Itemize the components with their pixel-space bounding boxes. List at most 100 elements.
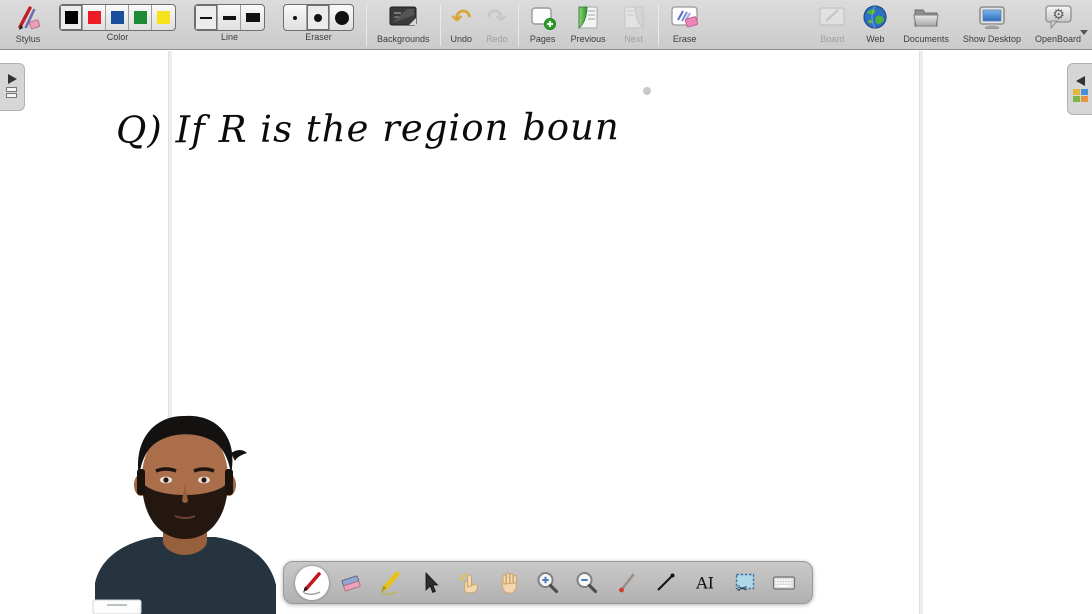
board-icon [817,3,847,33]
line-tool-button[interactable] [649,566,683,600]
capture-tool-button[interactable]: ✂ [728,566,762,600]
eraser-large-button[interactable] [330,5,353,30]
undo-button[interactable]: ↶ Undo [451,3,473,44]
eraser-tool-button[interactable] [334,566,368,600]
pan-tool-button[interactable] [492,566,526,600]
documents-folder-icon [911,3,941,33]
pointing-hand-icon [456,570,482,596]
show-desktop-monitor-icon [976,3,1008,33]
eraser-icon [338,570,364,596]
black-swatch [65,11,78,24]
redo-label: Redo [486,34,508,44]
presenter-illustration [85,413,285,614]
line-thin-button[interactable] [195,5,218,30]
pages-label: Pages [530,34,556,44]
undo-label: Undo [451,34,473,44]
line-label: Line [221,32,238,42]
line-icon [653,570,679,596]
medium-eraser-icon [314,14,322,22]
text-tool-button[interactable]: AI [688,566,722,600]
laser-pointer-icon [614,570,640,596]
next-page-label: Next [624,34,643,44]
openboard-app: { "app_name": "OpenBoard", "top_toolbar"… [0,0,1092,614]
redo-button[interactable]: ↷ Redo [486,3,508,44]
erase-button[interactable]: Erase [669,3,701,44]
pages-button[interactable]: Pages [529,3,557,44]
color-swatch-green[interactable] [129,5,152,30]
toolbar-separator [440,4,441,46]
toolbar-separator [366,4,367,46]
web-button[interactable]: Web [861,3,889,44]
previous-page-icon [574,3,602,33]
stylus-button[interactable]: Stylus [13,3,43,44]
stylus-icon [13,3,43,33]
eraser-medium-button[interactable] [307,5,330,30]
line-medium-button[interactable] [218,5,241,30]
pages-panel-toggle[interactable] [0,63,25,111]
web-globe-icon [861,3,889,33]
next-page-button[interactable]: Next [620,3,648,44]
show-desktop-label: Show Desktop [963,34,1021,44]
line-thick-button[interactable] [241,5,264,30]
expand-right-arrow-icon [8,74,17,84]
library-panel-toggle[interactable] [1067,63,1092,115]
eraser-group: Eraser [283,3,354,42]
blue-swatch [111,11,124,24]
toolbar-overflow-arrow[interactable] [1080,30,1088,35]
backgrounds-label: Backgrounds [377,34,430,44]
openboard-label: OpenBoard [1035,34,1081,44]
large-eraser-icon [335,11,349,25]
open-hand-icon [496,570,522,596]
svg-text:AI: AI [696,573,715,592]
red-swatch [88,11,101,24]
thin-line-icon [200,17,212,19]
laser-pointer-tool-button[interactable] [610,566,644,600]
next-page-icon [620,3,648,33]
zoom-out-tool-button[interactable] [570,566,604,600]
backgrounds-button[interactable]: Backgrounds [377,3,430,44]
play-interact-tool-button[interactable] [452,566,486,600]
zoom-in-tool-button[interactable] [531,566,565,600]
handwritten-text: Q) If R is the region boun [116,105,620,152]
show-desktop-button[interactable]: Show Desktop [963,3,1021,44]
keyboard-icon [771,570,797,596]
pen-tool-button[interactable] [295,566,329,600]
marker-icon [377,570,403,596]
selector-tool-button[interactable] [413,566,447,600]
medium-line-icon [223,16,236,20]
small-eraser-icon [293,16,297,20]
page-boundary-right [919,51,923,614]
virtual-keyboard-tool-button[interactable] [767,566,801,600]
pen-icon [299,570,325,596]
openboard-gear-icon: ⚙ [1043,3,1073,33]
color-swatch-red[interactable] [83,5,106,30]
web-label: Web [866,34,884,44]
erase-icon [669,3,701,33]
stylus-cursor-dot [643,87,651,95]
expand-left-arrow-icon [1076,76,1085,86]
board-button[interactable]: Board [817,3,847,44]
line-group: Line [194,3,265,42]
color-group: Color [59,3,176,42]
stylus-toolbar: AI ✂ [283,561,813,604]
marker-tool-button[interactable] [373,566,407,600]
toolbar-separator [518,4,519,46]
board-label: Board [820,34,844,44]
top-toolbar: Stylus Color Line Eraser [0,0,1092,50]
color-label: Color [107,32,129,42]
text-tool-icon: AI [692,570,718,596]
pages-stack-icon [6,87,18,100]
previous-page-button[interactable]: Previous [571,3,606,44]
stylus-label: Stylus [16,34,41,44]
pages-icon [529,3,557,33]
documents-button[interactable]: Documents [903,3,949,44]
presenter-webcam-overlay [85,413,285,614]
previous-page-label: Previous [571,34,606,44]
color-swatch-black[interactable] [60,5,83,30]
erase-label: Erase [673,34,697,44]
openboard-menu-button[interactable]: ⚙ OpenBoard [1035,3,1081,44]
backgrounds-icon [387,3,419,33]
color-swatch-yellow[interactable] [152,5,175,30]
eraser-small-button[interactable] [284,5,307,30]
color-swatch-blue[interactable] [106,5,129,30]
